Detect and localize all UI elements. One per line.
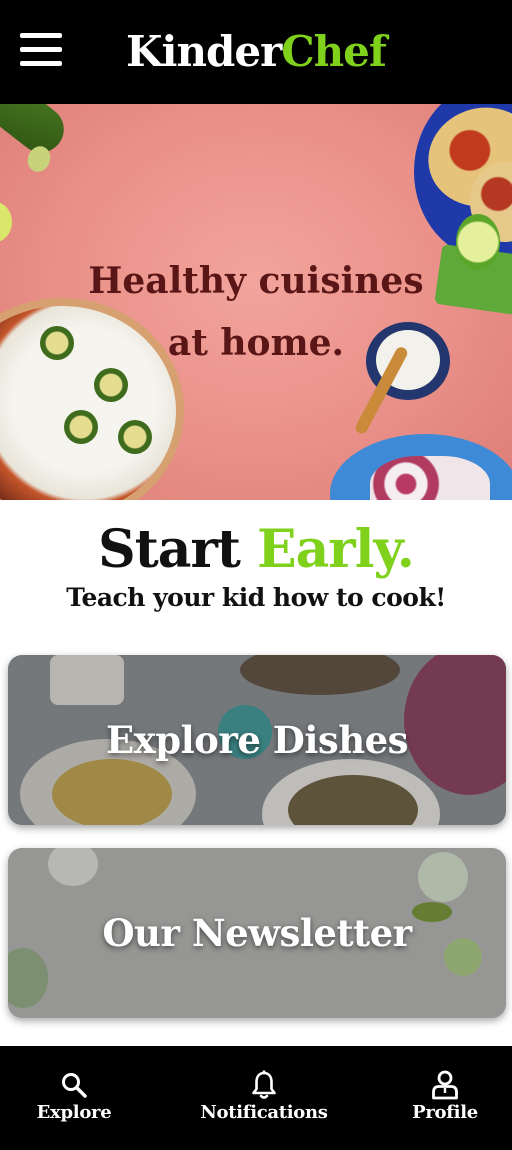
tagline-word-early: Early. <box>256 519 415 580</box>
search-icon <box>60 1070 88 1100</box>
explore-dishes-card[interactable]: Explore Dishes <box>8 655 506 825</box>
tagline-subtitle: Teach your kid how to cook! <box>66 583 446 612</box>
nav-profile-label: Profile <box>412 1102 478 1123</box>
lime-image <box>0 202 12 242</box>
person-icon <box>431 1070 459 1100</box>
explore-dishes-label: Explore Dishes <box>105 718 409 762</box>
brand-logo-part2: Chef <box>281 27 387 76</box>
tagline-section: Start Early. Teach your kid how to cook! <box>0 518 512 614</box>
tagline-heading: Start Early. <box>0 518 512 582</box>
tagline-word-start: Start <box>98 519 241 580</box>
nav-notifications[interactable]: Notifications <box>194 1046 334 1150</box>
newsletter-card[interactable]: Our Newsletter <box>8 848 506 1018</box>
hamburger-menu-icon[interactable] <box>20 33 62 67</box>
nav-explore-label: Explore <box>36 1102 112 1123</box>
zucchini-slice-image <box>118 420 152 454</box>
diced-onion-image <box>370 456 490 500</box>
zucchini-slice-image <box>64 410 98 444</box>
nav-profile[interactable]: Profile <box>400 1046 490 1150</box>
bell-icon <box>251 1070 277 1100</box>
hero-headline: Healthy cuisines at home. <box>60 250 452 374</box>
lime-wedge-image <box>456 214 500 270</box>
brand-logo[interactable]: KinderChef <box>126 26 387 78</box>
hero-headline-line2: at home. <box>167 322 345 364</box>
brand-logo-part1: Kinder <box>126 27 282 76</box>
bottom-navigation: Explore Notifications Profile <box>0 1046 512 1150</box>
hero-headline-line1: Healthy cuisines <box>88 260 424 302</box>
app-header: KinderChef <box>0 0 512 104</box>
nav-notifications-label: Notifications <box>200 1102 328 1123</box>
newsletter-label: Our Newsletter <box>102 911 412 955</box>
nav-explore[interactable]: Explore <box>24 1046 124 1150</box>
hero-banner: Healthy cuisines at home. <box>0 104 512 500</box>
